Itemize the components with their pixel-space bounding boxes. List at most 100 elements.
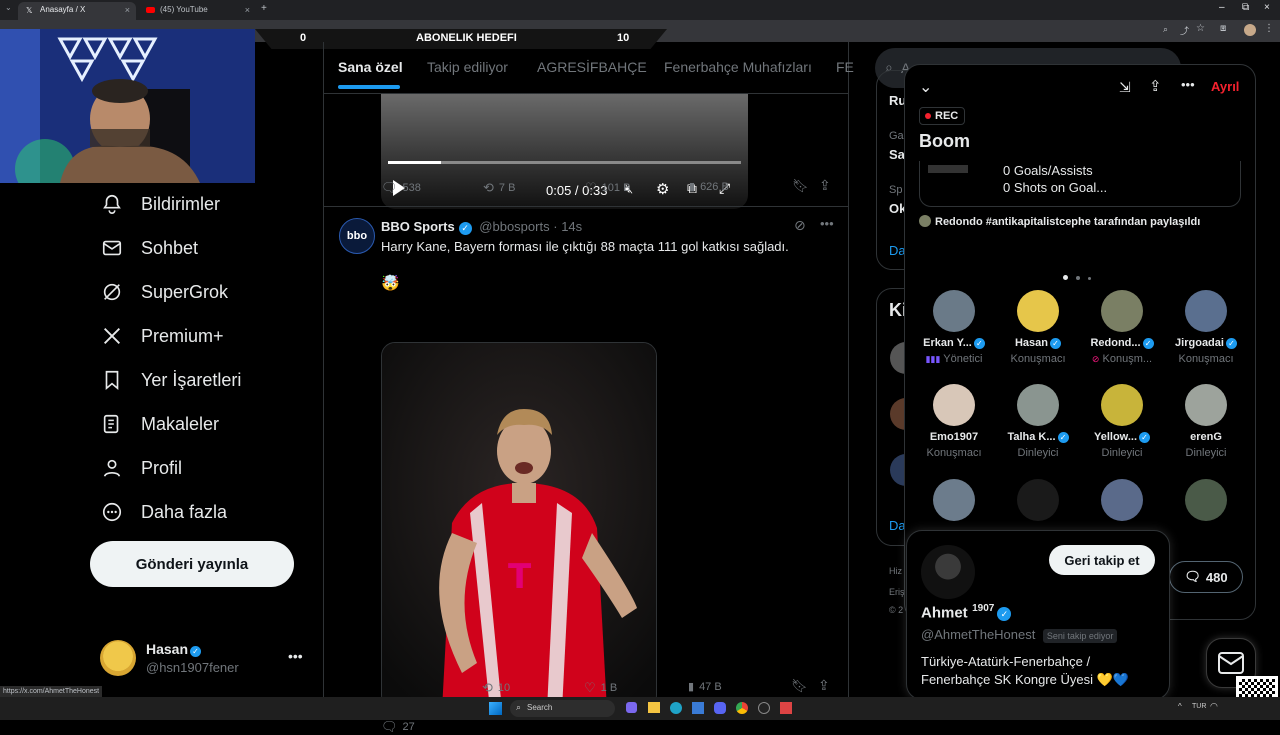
profile-handle[interactable]: @AhmetTheHonest bbox=[921, 627, 1035, 642]
video-scrubber[interactable] bbox=[388, 161, 741, 164]
avatar bbox=[1185, 479, 1227, 521]
account-switcher[interactable]: Hasan ✓ @hsn1907fener ••• bbox=[98, 638, 310, 678]
account-more-icon[interactable]: ••• bbox=[288, 648, 303, 664]
file-explorer-icon[interactable] bbox=[648, 702, 660, 713]
participant[interactable]: Jirgoadai ✓ Konuşmacı bbox=[1166, 290, 1246, 365]
space-more-icon[interactable]: ••• bbox=[1181, 77, 1195, 92]
menu-icon[interactable]: ⋮ bbox=[1264, 23, 1274, 34]
footer-link[interactable]: Hiz bbox=[889, 566, 902, 576]
restore-icon[interactable]: ⧉ bbox=[1242, 2, 1249, 13]
close-tab-icon[interactable]: × bbox=[245, 2, 250, 18]
avatar bbox=[1017, 384, 1059, 426]
footer-text: © 2 bbox=[889, 605, 904, 615]
repost-button[interactable]: ⟲ 10 bbox=[482, 680, 510, 696]
tab-for-you[interactable]: Sana özel bbox=[338, 59, 403, 75]
participant[interactable]: Yellow... ✓ Dinleyici bbox=[1082, 384, 1162, 459]
participant[interactable] bbox=[914, 479, 994, 521]
tab-list-fe[interactable]: FE bbox=[836, 59, 854, 75]
tweet-photo[interactable]: T bbox=[381, 342, 657, 709]
close-window-icon[interactable]: × bbox=[1264, 2, 1270, 13]
views-button[interactable]: ▮ 626 B bbox=[689, 180, 729, 194]
collapse-icon[interactable]: ⌄ bbox=[919, 77, 932, 97]
start-icon[interactable] bbox=[489, 702, 502, 715]
post-button[interactable]: Gönderi yayınla bbox=[90, 541, 294, 587]
pinned-card[interactable]: 0 Goals/Assists 0 Shots on Goal... bbox=[919, 161, 1241, 207]
participant[interactable] bbox=[1166, 479, 1246, 521]
nav-bookmarks[interactable]: Yer İşaretleri bbox=[100, 364, 241, 396]
tab-list-fb-muhafizlari[interactable]: Fenerbahçe Muhafızları bbox=[664, 59, 812, 75]
repost-button[interactable]: ⟲ 7 B bbox=[483, 180, 515, 196]
tray-chevron-icon[interactable]: ^ bbox=[1178, 702, 1182, 711]
settings-icon[interactable]: ⚙ bbox=[656, 180, 669, 198]
tweet-bbo-sports[interactable]: bbo BBO Sports ✓ @bbosports · 14s ⊘ ••• H… bbox=[324, 207, 849, 734]
share-icon[interactable]: ⇪ bbox=[819, 177, 831, 194]
close-tab-icon[interactable]: × bbox=[125, 2, 130, 18]
nav-articles[interactable]: Makaleler bbox=[100, 408, 219, 440]
nav-profile[interactable]: Profil bbox=[100, 452, 182, 484]
obs-icon[interactable] bbox=[758, 702, 770, 714]
chrome-icon[interactable] bbox=[736, 702, 748, 714]
language-indicator[interactable]: TUR bbox=[1192, 703, 1206, 710]
nav-label: Makaleler bbox=[141, 413, 220, 434]
participant[interactable] bbox=[998, 479, 1078, 521]
tab-list-icon[interactable]: ⌄ bbox=[5, 3, 12, 12]
nav-notifications[interactable]: Bildirimler bbox=[100, 188, 220, 220]
nav-more[interactable]: Daha fazla bbox=[100, 496, 227, 528]
participant[interactable]: Erkan Y... ✓ ▮▮▮ Yönetici bbox=[914, 290, 994, 365]
store-icon[interactable] bbox=[692, 702, 704, 714]
wifi-icon[interactable]: ◠ bbox=[1210, 701, 1218, 712]
zoom-icon[interactable]: ⌕ bbox=[1163, 24, 1168, 35]
share-icon[interactable]: ⇪ bbox=[1149, 77, 1162, 95]
views-button[interactable]: ▮ 47 B bbox=[688, 680, 722, 694]
tweet-more-icon[interactable]: ••• bbox=[820, 216, 834, 231]
reply-button[interactable]: 🗨︎ 27 bbox=[381, 719, 415, 735]
profile-icon[interactable] bbox=[1244, 24, 1256, 36]
tab-following[interactable]: Takip ediliyor bbox=[427, 59, 508, 75]
like-button[interactable]: ♡ 101 B bbox=[585, 180, 630, 196]
participant-name: Yellow... bbox=[1094, 431, 1137, 443]
extensions-icon[interactable]: ⧆ bbox=[1220, 23, 1226, 34]
footer-link[interactable]: Eriş bbox=[889, 587, 905, 597]
shared-by: Redondo #antikapitalistcephe tarafından … bbox=[919, 215, 1200, 228]
participant[interactable]: Hasan ✓ Konuşmacı bbox=[998, 290, 1078, 365]
reply-count: 27 bbox=[402, 721, 415, 733]
share-icon[interactable]: ⤴ bbox=[1180, 24, 1189, 37]
participant[interactable]: Redond... ✓ ⊘ Konuşm... bbox=[1082, 290, 1162, 365]
star-icon[interactable]: ☆ bbox=[1196, 23, 1205, 34]
share-icon[interactable]: ⇪ bbox=[818, 677, 830, 694]
nav-messages[interactable]: Sohbet bbox=[100, 232, 198, 264]
nav-supergrok[interactable]: SuperGrok bbox=[100, 276, 228, 308]
tweet-time[interactable]: 14s bbox=[561, 219, 582, 234]
grok-icon[interactable]: ⊘ bbox=[794, 217, 806, 234]
rec-badge: REC bbox=[919, 107, 966, 125]
discord-icon[interactable] bbox=[714, 702, 726, 714]
new-tab-icon[interactable]: + bbox=[261, 3, 267, 14]
edge-icon[interactable] bbox=[670, 702, 682, 714]
tweet-author[interactable]: BBO Sports bbox=[381, 219, 455, 234]
participant[interactable]: Talha K... ✓ Dinleyici bbox=[998, 384, 1078, 459]
follow-back-button[interactable]: Geri takip et bbox=[1049, 545, 1155, 575]
avatar[interactable] bbox=[921, 545, 975, 599]
tab-x-home[interactable]: 𝕏 Anasayfa / X × bbox=[18, 2, 136, 20]
reply-button[interactable]: 🗨︎ 538 bbox=[381, 180, 421, 196]
minimize-icon[interactable]: – bbox=[1219, 2, 1225, 13]
participant[interactable]: erenG Dinleyici bbox=[1166, 384, 1246, 459]
dock-icon[interactable]: ⇲ bbox=[1119, 79, 1131, 96]
nav-label: SuperGrok bbox=[141, 281, 229, 302]
leave-button[interactable]: Ayrıl bbox=[1211, 79, 1239, 94]
participant[interactable]: Emo1907 Konuşmacı bbox=[914, 384, 994, 459]
bookmark-icon[interactable]: 🔖︎ bbox=[792, 178, 809, 194]
like-button[interactable]: ♡ 1 B bbox=[584, 680, 617, 696]
bookmark-icon[interactable]: 🔖︎ bbox=[791, 678, 808, 694]
comments-button[interactable]: 🗨︎ 480 bbox=[1169, 561, 1243, 593]
participant[interactable] bbox=[1082, 479, 1162, 521]
taskbar-search[interactable]: ⌕ Search bbox=[510, 700, 615, 717]
task-view-icon[interactable] bbox=[626, 702, 637, 713]
tab-youtube[interactable]: (45) YouTube × bbox=[138, 2, 256, 20]
mail-icon bbox=[100, 236, 124, 260]
nav-premium[interactable]: Premium+ bbox=[100, 320, 224, 352]
profile-name[interactable]: Ahmet bbox=[921, 604, 968, 621]
tweet-handle[interactable]: @bbosports bbox=[479, 219, 549, 234]
tab-list-agresifbahce[interactable]: AGRESİFBAHÇE bbox=[537, 59, 647, 75]
app-icon[interactable] bbox=[780, 702, 792, 714]
